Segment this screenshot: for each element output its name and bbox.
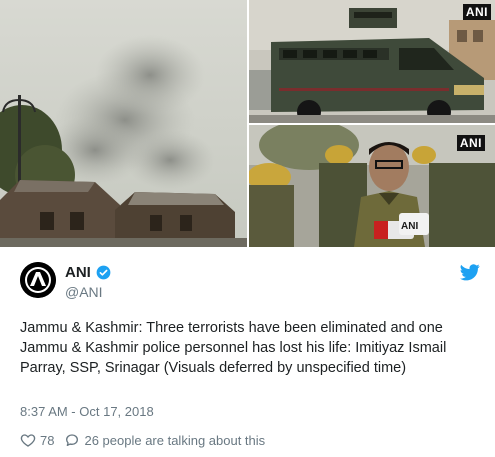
tweet-timestamp[interactable]: 8:37 AM - Oct 17, 2018 — [20, 404, 154, 419]
author-name[interactable]: ANI — [65, 264, 91, 281]
author-name-row[interactable]: ANI — [65, 264, 111, 281]
avatar[interactable] — [20, 262, 56, 298]
speech-bubble-icon — [66, 434, 79, 446]
verified-badge-icon — [96, 265, 111, 280]
heart-icon — [20, 434, 36, 447]
media-image-smoke[interactable] — [0, 0, 247, 247]
media-image-vehicle[interactable]: ANI — [249, 0, 495, 123]
tweet-media-grid[interactable]: ANI ANI ANI — [0, 0, 495, 247]
like-count: 78 — [40, 432, 55, 448]
media-image-officer[interactable]: ANI ANI — [249, 125, 495, 247]
like-button[interactable]: 78 — [20, 432, 54, 448]
twitter-bird-icon[interactable] — [460, 264, 480, 281]
author-handle[interactable]: @ANI — [65, 284, 103, 300]
ani-watermark: ANI — [462, 4, 491, 20]
mic-label: ANI — [401, 221, 418, 232]
conversation-link[interactable]: 26 people are talking about this — [64, 432, 265, 448]
ani-watermark: ANI — [456, 135, 485, 151]
tweet-header: ANI @ANI — [20, 262, 480, 300]
tweet-actions: 78 26 people are talking about this — [20, 432, 275, 448]
talking-count: 26 people are talking about this — [84, 432, 266, 448]
tweet-text: Jammu & Kashmir: Three terrorists have b… — [20, 320, 447, 376]
